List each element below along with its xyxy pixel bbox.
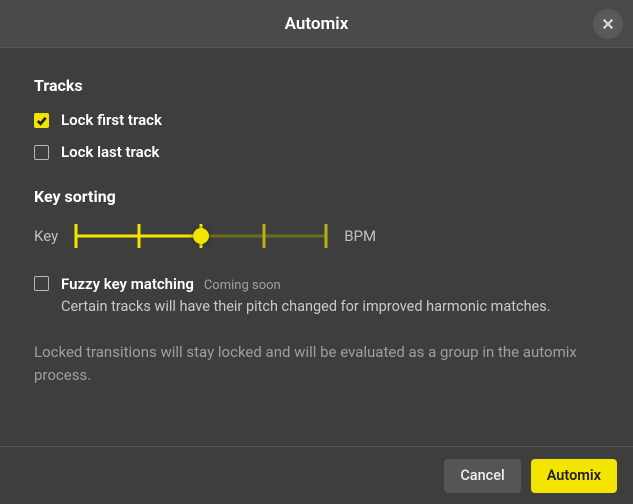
fuzzy-matching-checkbox[interactable] <box>34 276 49 291</box>
fuzzy-matching-description: Certain tracks will have their pitch cha… <box>61 297 599 317</box>
cancel-button-label: Cancel <box>460 467 504 484</box>
dialog-footer: Cancel Automix <box>0 446 633 504</box>
section-key-sorting-heading: Key sorting <box>34 187 599 206</box>
cancel-button[interactable]: Cancel <box>444 459 520 493</box>
automix-button[interactable]: Automix <box>531 459 617 493</box>
close-icon <box>601 17 615 31</box>
fuzzy-matching-row: Fuzzy key matching Coming soon Certain t… <box>34 274 599 317</box>
lock-first-track-checkbox[interactable] <box>34 113 49 128</box>
lock-first-track-row: Lock first track <box>34 111 599 129</box>
coming-soon-badge: Coming soon <box>204 278 281 293</box>
lock-last-track-checkbox[interactable] <box>34 145 49 160</box>
key-bpm-slider-row: Key BPM <box>34 224 599 248</box>
slider-tick <box>325 224 328 248</box>
fuzzy-matching-label: Fuzzy key matching <box>61 275 194 293</box>
slider-tick <box>75 224 78 248</box>
checkmark-icon <box>36 115 47 126</box>
slider-label-bpm: BPM <box>344 227 376 245</box>
slider-tick <box>137 224 140 248</box>
lock-last-track-row: Lock last track <box>34 143 599 161</box>
lock-first-track-label: Lock first track <box>61 111 162 129</box>
dialog-titlebar: Automix <box>0 0 633 48</box>
slider-thumb[interactable] <box>193 228 209 244</box>
automix-button-label: Automix <box>547 467 601 484</box>
close-button[interactable] <box>593 9 623 39</box>
key-bpm-slider[interactable] <box>76 224 326 248</box>
dialog-title: Automix <box>285 14 349 34</box>
slider-label-key: Key <box>34 227 58 245</box>
dialog-content: Tracks Lock first track Lock last track … <box>0 48 633 386</box>
lock-last-track-label: Lock last track <box>61 143 159 161</box>
section-tracks-heading: Tracks <box>34 76 599 95</box>
slider-tick <box>262 224 265 248</box>
locked-transitions-note: Locked transitions will stay locked and … <box>34 341 599 386</box>
